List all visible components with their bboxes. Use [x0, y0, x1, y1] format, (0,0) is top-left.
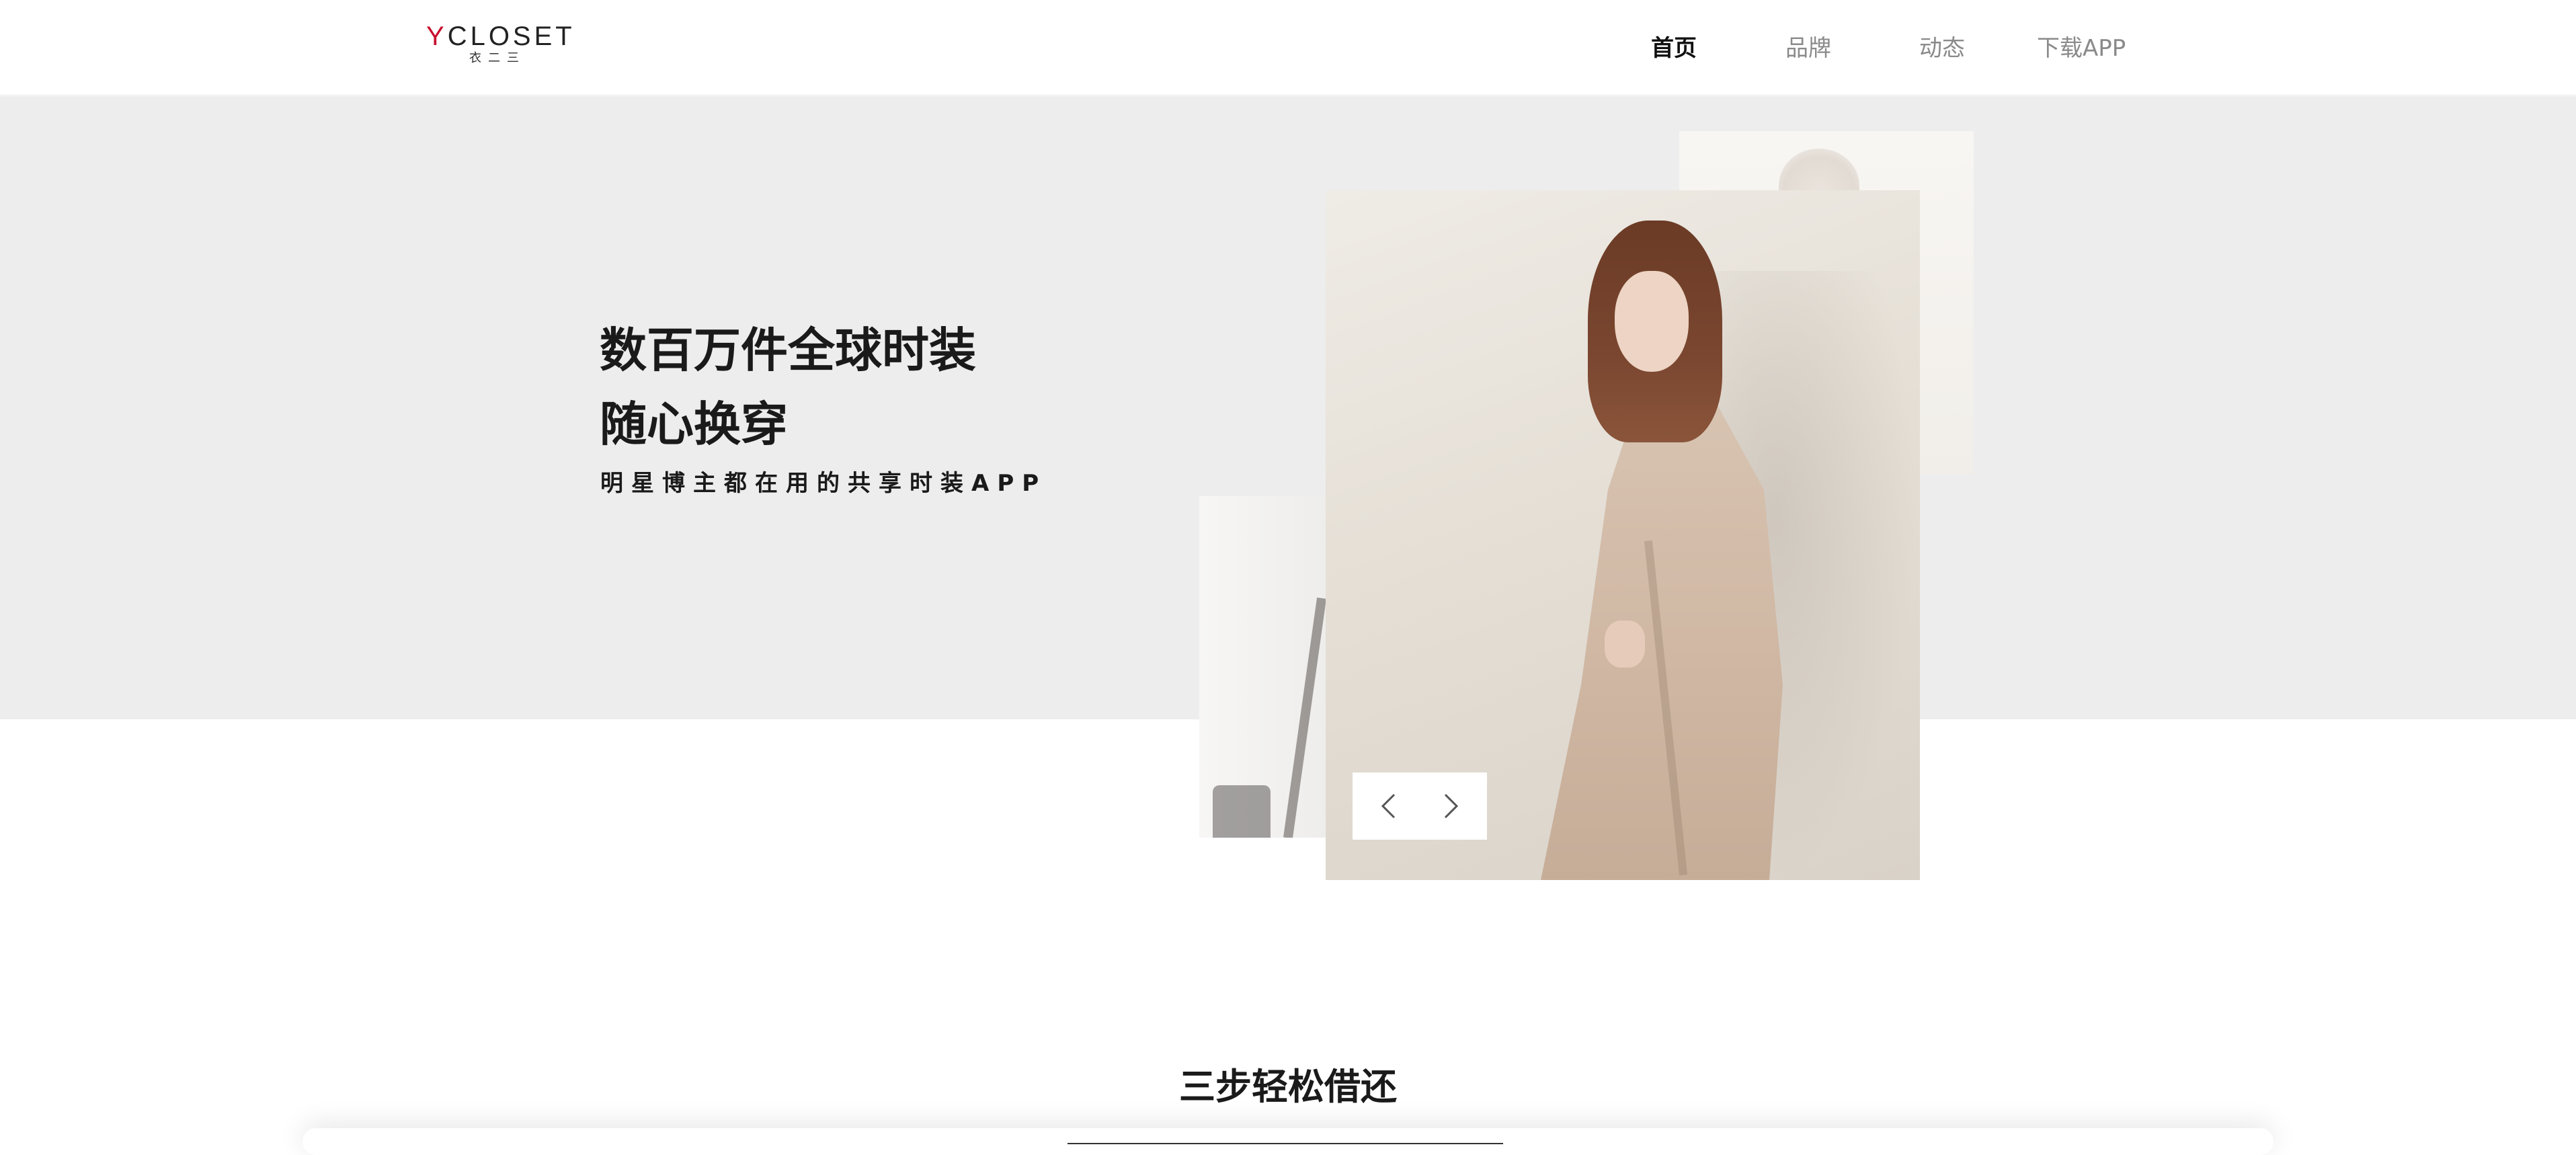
- carousel-image-previous: [1199, 496, 1327, 838]
- model-face: [1615, 271, 1689, 372]
- chevron-right-icon[interactable]: [1433, 789, 1467, 823]
- nav-brand[interactable]: 品牌: [1785, 34, 1831, 63]
- chair-leg: [1283, 597, 1326, 838]
- logo-wordmark: YCLOSET: [426, 22, 575, 51]
- carousel-controls: [1353, 772, 1487, 840]
- chair-seat: [1213, 785, 1271, 838]
- chevron-left-icon[interactable]: [1373, 789, 1406, 823]
- section-card-edge: [303, 1128, 2273, 1155]
- hero-subtitle: 明星博主都在用的共享时装APP: [600, 470, 1047, 497]
- ycloset-logo[interactable]: YCLOSET 衣二三: [426, 20, 572, 67]
- model-hand: [1605, 621, 1645, 668]
- section-title: 三步轻松借还: [1179, 1066, 1397, 1108]
- section-title-underline: [1068, 1143, 1503, 1144]
- hero-title-line-1: 数百万件全球时装: [600, 323, 976, 378]
- hero-title-line-2: 随心换穿: [600, 397, 788, 452]
- nav-news[interactable]: 动态: [1919, 34, 1965, 63]
- site-header: YCLOSET 衣二三 首页 品牌 动态 下载APP: [0, 0, 2576, 95]
- nav-home[interactable]: 首页: [1651, 34, 1697, 63]
- nav-download-app[interactable]: 下载APP: [2037, 34, 2126, 63]
- logo-subtext: 衣二三: [469, 51, 526, 65]
